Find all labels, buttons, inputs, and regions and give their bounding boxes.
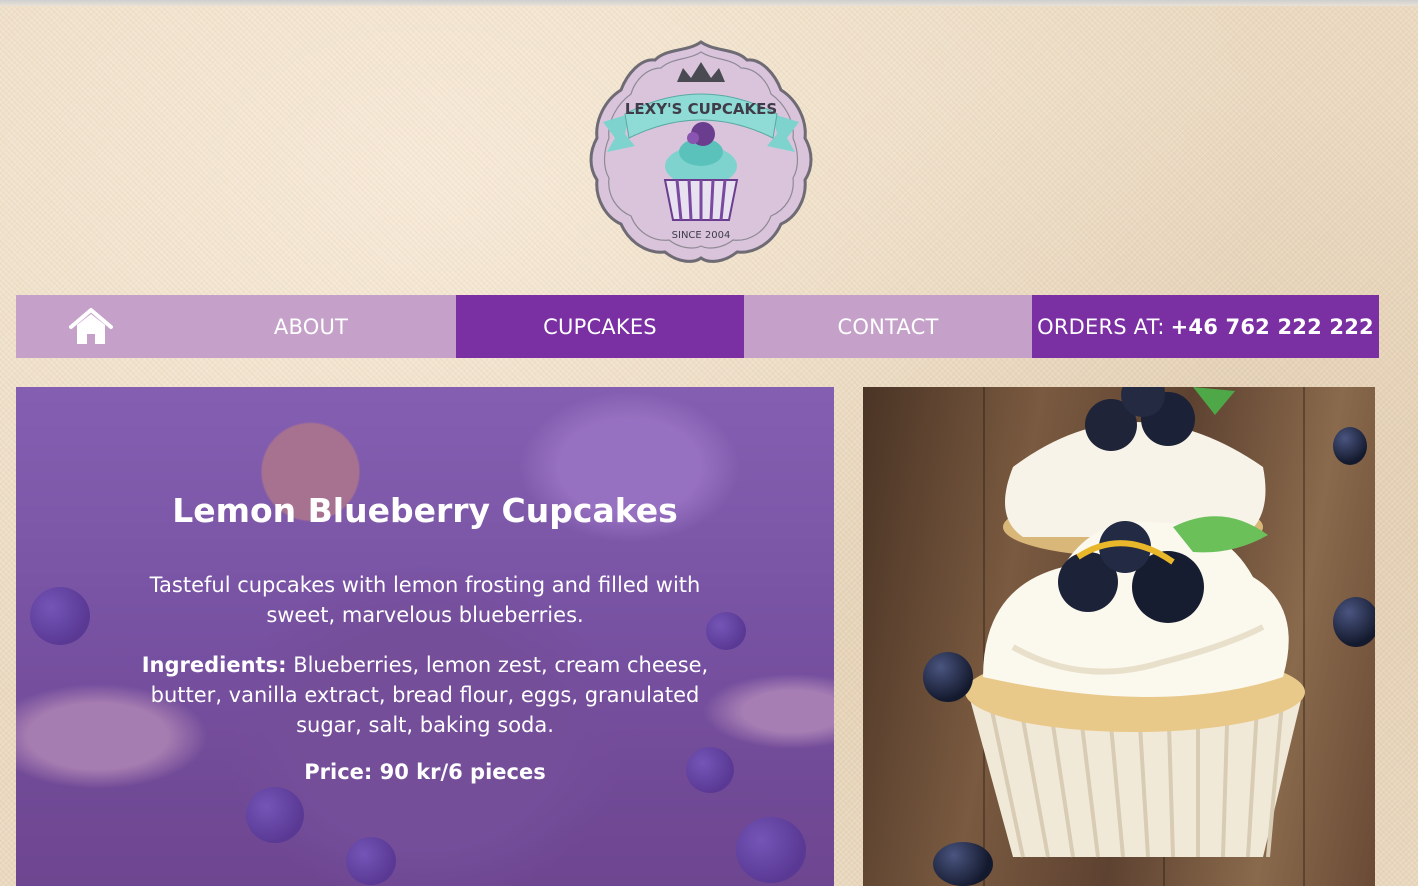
nav-orders[interactable]: ORDERS AT: +46 762 222 222 (1032, 295, 1379, 358)
product-price: Price: 90 kr/6 pieces (304, 760, 546, 784)
orders-phone[interactable]: +46 762 222 222 (1171, 315, 1374, 339)
product-photo (863, 387, 1375, 886)
product-title: Lemon Blueberry Cupcakes (172, 491, 678, 530)
logo-since: SINCE 2004 (672, 230, 731, 241)
product-ingredients: Ingredients: Blueberries, lemon zest, cr… (126, 650, 724, 740)
blueberry-decor (933, 842, 993, 886)
orders-label: ORDERS AT: (1037, 314, 1165, 339)
nav-home[interactable] (16, 295, 166, 358)
product-details: Lemon Blueberry Cupcakes Tasteful cupcak… (126, 491, 724, 784)
brand-logo[interactable]: LEXY'S CUPCAKES SINCE 2004 (585, 34, 817, 266)
blueberry-decor (1333, 597, 1375, 647)
product-description: Tasteful cupcakes with lemon frosting an… (149, 573, 701, 627)
nav-contact[interactable]: CONTACT (744, 295, 1032, 358)
product-card: Lemon Blueberry Cupcakes Tasteful cupcak… (16, 387, 834, 886)
cupcake-image (965, 387, 1305, 858)
nav-about[interactable]: ABOUT (166, 295, 456, 358)
home-icon (67, 307, 115, 347)
nav-cupcakes[interactable]: CUPCAKES (456, 295, 744, 358)
main-nav: ABOUT CUPCAKES CONTACT ORDERS AT: +46 76… (16, 295, 1379, 358)
browser-top-edge (0, 0, 1418, 6)
logo-wordmark: LEXY'S CUPCAKES (625, 100, 777, 118)
ingredients-label: Ingredients: (141, 653, 287, 677)
blueberry-decor (923, 652, 973, 702)
logo-badge-icon: LEXY'S CUPCAKES SINCE 2004 (589, 40, 813, 263)
blueberry-decor (1333, 427, 1367, 465)
